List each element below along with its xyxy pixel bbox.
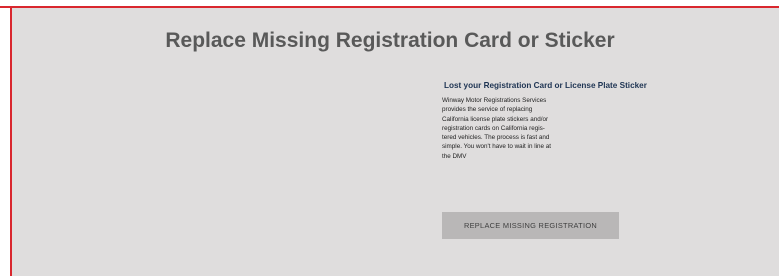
replace-missing-registration-button[interactable]: REPLACE MISSING REGISTRATION — [442, 212, 619, 239]
description-line: registration cards on California regis- — [442, 124, 545, 132]
description-line: the DMV — [442, 152, 467, 160]
description-line: Winway Motor Registrations Services — [442, 97, 547, 104]
description-line: tered vehicles. The process is fast and — [442, 134, 550, 142]
page-frame: Replace Missing Registration Card or Sti… — [0, 0, 779, 276]
info-heading: Lost your Registration Card or License P… — [444, 81, 647, 90]
description-line: provides the service of replacing — [442, 106, 533, 114]
description-line: California license plate stickers and/or — [442, 115, 549, 123]
page-title: Replace Missing Registration Card or Sti… — [165, 29, 615, 52]
description-line: simple. You won't have to wait in line a… — [442, 143, 552, 151]
info-description: Winway Motor Registrations Services prov… — [442, 96, 590, 161]
